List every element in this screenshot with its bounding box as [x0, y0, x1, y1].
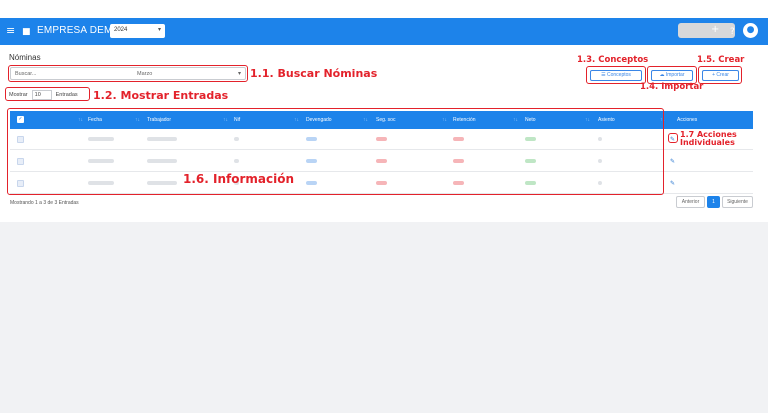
year-value: 2024	[114, 27, 128, 33]
prev-page-button[interactable]: Anterior	[676, 196, 705, 208]
plus-icon[interactable]: +	[711, 23, 719, 37]
annotation-search: 1.1. Buscar Nóminas	[250, 67, 378, 80]
annotation-box-info	[7, 108, 664, 195]
apps-icon[interactable]: ■	[22, 25, 31, 39]
annotation-box-show	[5, 87, 90, 101]
annotation-box-crear	[698, 66, 742, 84]
annotation-importar: 1.4. Importar	[640, 82, 704, 92]
annotation-box-search	[8, 65, 248, 82]
edit-icon[interactable]: ✎	[670, 180, 675, 187]
annotation-acciones-line2: Individuales	[680, 138, 735, 147]
help-icon[interactable]: ?	[730, 25, 735, 39]
chevron-down-icon: ▾	[157, 27, 161, 33]
col-acciones: Acciones	[677, 117, 698, 123]
annotation-box-conceptos	[586, 66, 646, 84]
annotation-box-acciones	[668, 133, 678, 143]
year-select[interactable]: 2024 ▾	[110, 24, 165, 38]
annotation-show: 1.2. Mostrar Entradas	[93, 89, 229, 102]
user-menu[interactable]	[678, 23, 735, 38]
annotation-acciones: 1.7 Acciones Individuales	[680, 131, 737, 147]
menu-icon[interactable]: ≡	[6, 24, 15, 38]
next-page-button[interactable]: Siguiente	[722, 196, 753, 208]
annotation-crear: 1.5. Crear	[697, 55, 745, 65]
annotation-conceptos: 1.3. Conceptos	[577, 55, 649, 65]
page-1-button[interactable]: 1	[707, 196, 720, 208]
background-area	[0, 222, 768, 413]
edit-icon[interactable]: ✎	[670, 158, 675, 165]
entries-summary: Mostrando 1 a 3 de 3 Entradas	[10, 200, 79, 206]
user-icon[interactable]: ●	[743, 23, 758, 38]
page-title: Nóminas	[9, 53, 41, 62]
top-bar: ≡ ■ EMPRESA DEMO1 2024 ▾ + ? ●	[0, 18, 768, 45]
annotation-info: 1.6. Información	[183, 172, 294, 186]
